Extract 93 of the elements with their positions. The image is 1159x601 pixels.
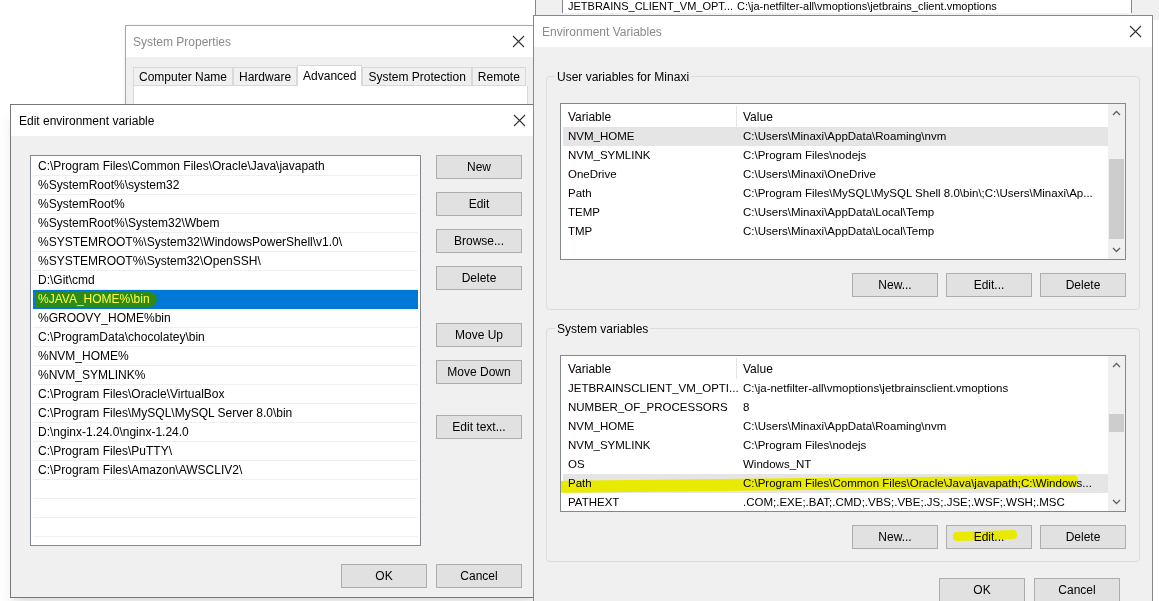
list-item[interactable]: %NVM_SYMLINK% <box>33 366 418 385</box>
tab[interactable]: Advanced <box>297 65 363 86</box>
list-item[interactable]: %SYSTEMROOT%\System32\OpenSSH\ <box>33 252 418 271</box>
dialog-button[interactable]: Move Up <box>436 323 522 347</box>
list-item[interactable]: D:\nginx-1.24.0\nginx-1.24.0 <box>33 423 418 442</box>
dialog-button[interactable]: Edit... <box>946 273 1032 297</box>
list-item[interactable]: C:\Program Files\Amazon\AWSCLIV2\ <box>33 461 418 480</box>
table-cell-text: .COM;.EXE;.BAT;.CMD;.VBS;.VBE;.JS;.JSE;.WSF;.WSH;.MSC <box>742 494 1065 510</box>
table-cell-text: C:\Users\Minaxi\AppData\Local\Temp <box>742 223 935 239</box>
tab[interactable]: System Protection <box>362 67 472 86</box>
table-row[interactable]: NVM_SYMLINK C:\Program Files\nodejs <box>563 146 1108 165</box>
table-cell-text: C:\Program Files\MySQL\MySQL Shell 8.0\bin\;C:\Users\Minaxi\Ap... <box>742 185 1093 201</box>
list-item[interactable]: C:\Program Files\PuTTY\ <box>33 442 418 461</box>
list-item[interactable]: %SystemRoot%\system32 <box>33 176 418 195</box>
dialog-button[interactable]: Delete <box>1040 525 1126 549</box>
table-cell-text: TEMP <box>567 204 601 220</box>
table-row[interactable]: NVM_HOME C:\Users\Minaxi\AppData\Roaming\nvm <box>563 127 1108 146</box>
list-item[interactable]: C:\ProgramData\chocolatey\bin <box>33 328 418 347</box>
table-row[interactable]: NVM_HOME C:\Users\Minaxi\AppData\Roaming\nvm <box>563 417 1108 436</box>
scroll-up-icon[interactable] <box>1112 362 1121 368</box>
list-item[interactable]: C:\Program Files\MySQL\MySQL Server 8.0\bin <box>33 404 418 423</box>
table-cell-text: OS <box>567 456 586 472</box>
table-row[interactable]: NVM_SYMLINK C:\Program Files\nodejs <box>563 436 1108 455</box>
table-cell-text: C:\Users\Minaxi\AppData\Roaming\nvm <box>742 418 947 434</box>
table-cell-text: TMP <box>567 223 594 239</box>
table-cell-text: JETBRAINS_CLIENT_VM_OPT... <box>567 0 735 13</box>
table-cell-text: NUMBER_OF_PROCESSORS <box>567 399 729 415</box>
dialog-button[interactable]: New <box>436 155 522 179</box>
table-cell-text: C:\Program Files\nodejs <box>742 147 867 163</box>
column-header[interactable]: Variable <box>563 358 737 379</box>
list-item[interactable]: %NVM_HOME% <box>33 347 418 366</box>
table-cell-text: OneDrive <box>567 166 618 182</box>
table-cell-text: PATHEXT <box>567 494 621 510</box>
scroll-down-icon[interactable] <box>1112 499 1121 505</box>
table-cell-text: C:\Program Files\nodejs <box>742 437 867 453</box>
table-row[interactable]: PATHEXT .COM;.EXE;.BAT;.CMD;.VBS;.VBE;.JS;.JSE;.WSF;.WSH;.MSC <box>563 493 1108 511</box>
table-cell-text: C:\Users\Minaxi\AppData\Local\Temp <box>742 204 935 220</box>
list-item[interactable]: %SystemRoot% <box>33 195 418 214</box>
dialog-button[interactable]: Edit text... <box>436 415 522 439</box>
column-header[interactable]: Value <box>737 107 773 126</box>
dialog-button[interactable]: Cancel <box>436 564 522 588</box>
table-row[interactable]: NUMBER_OF_PROCESSORS 8 <box>563 398 1108 417</box>
table-cell-text: Path <box>567 475 593 491</box>
table-cell-text: Path <box>567 185 593 201</box>
list-item[interactable]: %JAVA_HOME%\bin <box>33 290 418 309</box>
table-cell-text: NVM_SYMLINK <box>567 147 652 163</box>
scrollbar[interactable] <box>1108 356 1125 511</box>
table-row[interactable]: TEMP C:\Users\Minaxi\AppData\Local\Temp <box>563 203 1108 222</box>
table-cell-text: Windows_NT <box>742 456 812 472</box>
close-icon[interactable] <box>513 114 526 127</box>
scroll-thumb[interactable] <box>1109 159 1124 239</box>
list-item[interactable]: C:\Program Files\Oracle\VirtualBox <box>33 385 418 404</box>
dialog-button[interactable]: Browse... <box>436 229 522 253</box>
dialog-button[interactable]: New... <box>852 525 938 549</box>
table-cell-text: JETBRAINSCLIENT_VM_OPTI... <box>567 380 737 396</box>
table-row[interactable]: OneDrive C:\Users\Minaxi\OneDrive <box>563 165 1108 184</box>
dialog-button[interactable]: New... <box>852 273 938 297</box>
dialog-button[interactable]: Cancel <box>1034 578 1120 601</box>
window-title: Environment Variables <box>542 23 662 41</box>
dialog-button[interactable]: Edit <box>436 192 522 216</box>
table-cell: C:\ja-netfilter-all\vmoptions\jetbrains_client.vmoptions <box>737 0 997 13</box>
dialog-button[interactable]: OK <box>341 564 427 588</box>
list-item[interactable]: %SYSTEMROOT%\System32\WindowsPowerShell\v1.0\ <box>33 233 418 252</box>
dialog-button[interactable]: Delete <box>436 266 522 290</box>
table-row[interactable]: JETBRAINSCLIENT_VM_OPTI... C:\ja-netfilter-all\vmoptions\jetbrainsclient.vmoptions <box>563 379 1108 398</box>
close-icon[interactable] <box>512 35 525 48</box>
scroll-down-icon[interactable] <box>1112 247 1121 253</box>
tab[interactable]: Hardware <box>233 67 298 86</box>
table-cell-text: NVM_HOME <box>567 418 636 434</box>
dialog-button[interactable]: Delete <box>1040 273 1126 297</box>
dialog-button[interactable]: Move Down <box>436 360 522 384</box>
table-cell-text: C:\Users\Minaxi\OneDrive <box>742 166 876 182</box>
table-row[interactable]: OS Windows_NT <box>563 455 1108 474</box>
window-title: System Properties <box>133 33 232 51</box>
scroll-thumb[interactable] <box>1109 414 1124 432</box>
table-row[interactable]: Path C:\Program Files\MySQL\MySQL Shell 8.0\bin\;C:\Users\Minaxi\Ap... <box>563 184 1108 203</box>
scrollbar[interactable] <box>1108 104 1125 259</box>
table-cell-text: C:\ja-netfilter-all\vmoptions\jetbrainsclient.vmoptions <box>742 380 1009 396</box>
table-cell-text: NVM_SYMLINK <box>567 437 652 453</box>
list-item[interactable]: %GROOVY_HOME%bin <box>33 309 418 328</box>
table-cell-text: 8 <box>742 399 750 415</box>
close-icon[interactable] <box>1129 25 1142 38</box>
tab[interactable]: Computer Name <box>133 67 234 86</box>
list-item[interactable]: %SystemRoot%\System32\Wbem <box>33 214 418 233</box>
scroll-up-icon[interactable] <box>1112 110 1121 116</box>
window-title: Edit environment variable <box>19 112 155 130</box>
table-cell-text: C:\Users\Minaxi\AppData\Roaming\nvm <box>742 128 947 144</box>
dialog-button[interactable]: OK <box>939 578 1025 601</box>
table-row[interactable]: TMP C:\Users\Minaxi\AppData\Local\Temp <box>563 222 1108 241</box>
tab[interactable]: Remote <box>471 67 526 86</box>
table-cell-text: NVM_HOME <box>567 128 636 144</box>
column-header[interactable]: Value <box>737 359 773 378</box>
list-item[interactable]: C:\Program Files\Common Files\Oracle\Java\javapath <box>33 157 418 176</box>
